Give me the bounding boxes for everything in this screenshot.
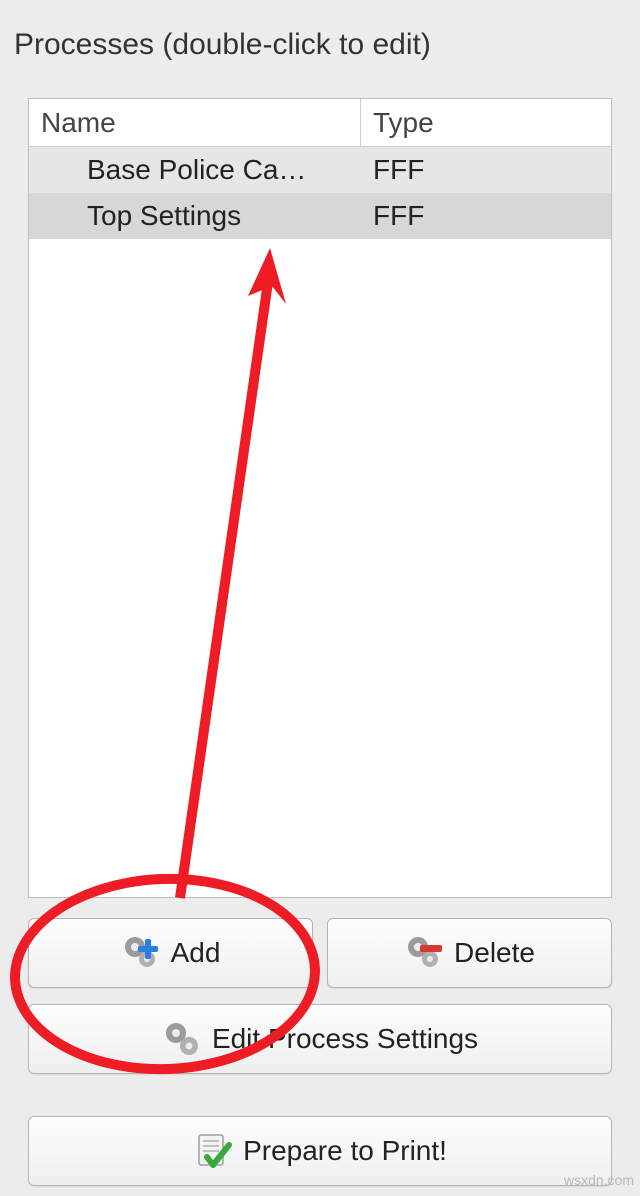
document-check-icon xyxy=(193,1131,233,1171)
processes-table: Name Type Base Police Ca… FFF Top Settin… xyxy=(28,98,612,898)
delete-label: Delete xyxy=(454,937,535,969)
button-row-1: Add Delete xyxy=(28,918,612,988)
cell-type: FFF xyxy=(361,154,611,186)
button-row-3: Prepare to Print! xyxy=(28,1116,612,1186)
prepare-label: Prepare to Print! xyxy=(243,1135,447,1167)
watermark: wsxdn.com xyxy=(564,1172,634,1188)
add-label: Add xyxy=(171,937,221,969)
cell-type: FFF xyxy=(361,200,611,232)
button-row-2: Edit Process Settings xyxy=(28,1004,612,1074)
table-header-row: Name Type xyxy=(29,99,611,147)
table-body: Base Police Ca… FFF Top Settings FFF xyxy=(29,147,611,239)
delete-button[interactable]: Delete xyxy=(327,918,612,988)
cell-name: Base Police Ca… xyxy=(29,154,361,186)
table-row[interactable]: Base Police Ca… FFF xyxy=(29,147,611,193)
gears-icon xyxy=(162,1019,202,1059)
cell-name: Top Settings xyxy=(29,200,361,232)
edit-process-settings-button[interactable]: Edit Process Settings xyxy=(28,1004,612,1074)
prepare-to-print-button[interactable]: Prepare to Print! xyxy=(28,1116,612,1186)
gear-plus-icon xyxy=(121,933,161,973)
gear-minus-icon xyxy=(404,933,444,973)
add-button[interactable]: Add xyxy=(28,918,313,988)
edit-label: Edit Process Settings xyxy=(212,1023,478,1055)
header-name[interactable]: Name xyxy=(29,99,361,146)
header-type[interactable]: Type xyxy=(361,99,611,146)
section-title: Processes (double-click to edit) xyxy=(14,28,431,62)
table-row[interactable]: Top Settings FFF xyxy=(29,193,611,239)
